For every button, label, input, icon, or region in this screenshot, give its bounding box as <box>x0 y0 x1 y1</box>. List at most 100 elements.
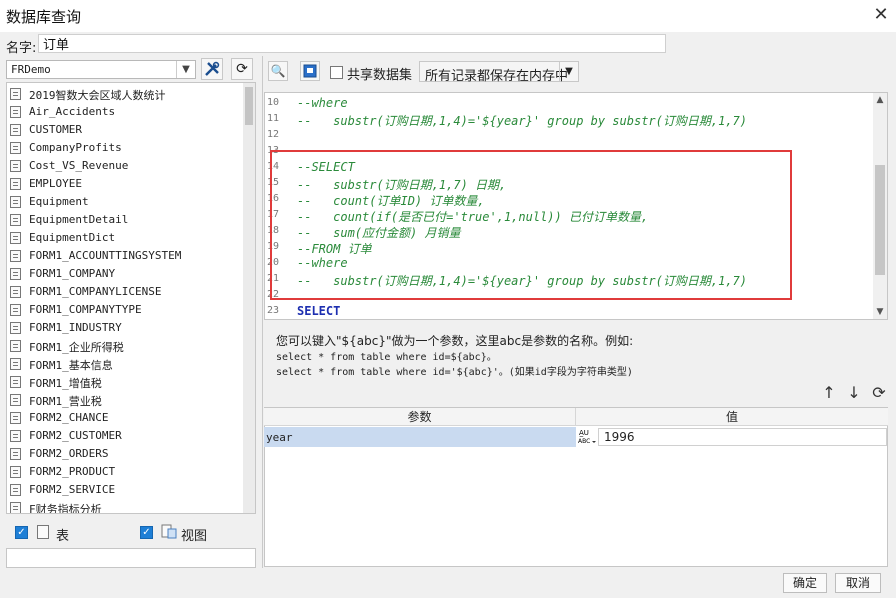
table-name: Equipment <box>29 195 89 208</box>
list-item[interactable]: EquipmentDetail <box>10 211 242 229</box>
list-item[interactable]: FORM1_COMPANYTYPE <box>10 301 242 319</box>
table-list-scrollbar[interactable] <box>243 83 255 513</box>
hint-line-1: 您可以键入"${abc}"做为一个参数，这里abc是参数的名称。例如: <box>276 334 634 348</box>
window-title: 数据库查询 <box>6 8 82 26</box>
list-item[interactable]: FORM1_营业税 <box>10 391 242 409</box>
list-item[interactable]: 2019智数大会区域人数统计 <box>10 85 242 103</box>
svg-text:ABC: ABC <box>578 438 590 445</box>
list-item[interactable]: EquipmentDict <box>10 229 242 247</box>
list-item[interactable]: FORM2_CHANCE <box>10 409 242 427</box>
editor-scrollbar[interactable]: ▲ ▼ <box>873 93 887 319</box>
table-name: FORM1_ACCOUNTTINGSYSTEM <box>29 249 182 262</box>
chevron-down-icon: ▼ <box>559 62 578 81</box>
preview-icon[interactable]: 🔍 <box>268 61 288 81</box>
table-icon <box>37 525 49 539</box>
show-views-checkbox[interactable]: ✓ <box>140 526 153 539</box>
list-item[interactable]: FORM2_SERVICE <box>10 481 242 499</box>
table-name: FORM1_增值税 <box>29 377 102 390</box>
import-icon[interactable] <box>300 61 320 81</box>
show-views-label: 视图 <box>181 529 208 544</box>
table-name: CompanyProfits <box>29 141 122 154</box>
cancel-button[interactable]: 取消 <box>835 573 881 593</box>
list-item[interactable]: F财务指标分析 <box>10 499 242 513</box>
view-icon <box>161 524 177 539</box>
code-line: -- substr(订购日期,1,4)='${year}' group by s… <box>297 114 748 128</box>
table-icon <box>10 286 21 298</box>
table-name: FORM1_COMPANYLICENSE <box>29 285 162 298</box>
refresh-params-icon[interactable]: ⟳ <box>870 384 888 402</box>
show-tables-label: 表 <box>56 529 70 544</box>
table-name: FORM1_营业税 <box>29 395 102 408</box>
list-item[interactable]: FORM1_COMPANY <box>10 265 242 283</box>
scroll-down-icon[interactable]: ▼ <box>873 305 887 319</box>
refresh-icon[interactable]: ⟳ <box>231 58 253 80</box>
table-name: Air_Accidents <box>29 105 116 118</box>
table-icon <box>10 376 21 388</box>
hint-line-2: select * from table where id=${abc}。 <box>276 352 497 363</box>
table-name: FORM2_CHANCE <box>29 411 109 424</box>
table-icon <box>10 232 21 244</box>
share-dataset-checkbox[interactable] <box>330 66 343 79</box>
table-name: CUSTOMER <box>29 123 82 136</box>
list-item[interactable]: EMPLOYEE <box>10 175 242 193</box>
table-name: FORM2_SERVICE <box>29 483 116 496</box>
list-item[interactable]: Equipment <box>10 193 242 211</box>
show-tables-checkbox[interactable]: ✓ <box>15 526 28 539</box>
table-icon <box>10 106 21 118</box>
table-name: EquipmentDetail <box>29 213 129 226</box>
list-item[interactable]: CompanyProfits <box>10 139 242 157</box>
table-icon <box>10 214 21 226</box>
table-name: EquipmentDict <box>29 231 116 244</box>
table-icon <box>10 484 21 496</box>
table-name: FORM1_基本信息 <box>29 359 113 372</box>
table-icon <box>10 268 21 280</box>
move-down-icon[interactable]: ↓ <box>845 384 863 402</box>
table-name: FORM1_企业所得税 <box>29 341 124 354</box>
list-item[interactable]: FORM2_CUSTOMER <box>10 427 242 445</box>
param-value-input[interactable]: 1996 <box>598 428 887 446</box>
table-search-box[interactable] <box>6 548 256 568</box>
list-item[interactable]: FORM1_INDUSTRY <box>10 319 242 337</box>
datasource-value: FRDemo <box>11 63 51 76</box>
chevron-down-icon: ▼ <box>176 61 195 78</box>
highlight-box <box>270 150 792 300</box>
param-name: year <box>266 431 293 444</box>
tools-icon[interactable] <box>201 58 223 80</box>
save-mode-select[interactable]: 所有记录都保存在内存中 ▼ <box>419 61 579 84</box>
table-row[interactable] <box>264 427 576 447</box>
panel-divider[interactable] <box>262 56 263 568</box>
list-item[interactable]: FORM2_ORDERS <box>10 445 242 463</box>
table-list[interactable]: 2019智数大会区域人数统计 Air_Accidents CUSTOMER Compa… <box>6 82 256 514</box>
table-icon <box>10 160 21 172</box>
table-name: FORM1_COMPANYTYPE <box>29 303 142 316</box>
line-number: 23 <box>267 305 280 316</box>
table-name: 2019智数大会区域人数统计 <box>29 89 166 102</box>
list-item[interactable]: FORM1_基本信息 <box>10 355 242 373</box>
move-up-icon[interactable]: ↑ <box>820 384 838 402</box>
table-icon <box>10 394 21 406</box>
datasource-select[interactable]: FRDemo ▼ <box>6 60 196 79</box>
list-item[interactable]: FORM1_企业所得税 <box>10 337 242 355</box>
list-item[interactable]: CUSTOMER <box>10 121 242 139</box>
list-item[interactable]: Cost_VS_Revenue <box>10 157 242 175</box>
value-column-header: 值 <box>576 408 888 426</box>
table-icon <box>10 322 21 334</box>
name-input[interactable] <box>38 34 666 53</box>
table-name: FORM1_INDUSTRY <box>29 321 122 334</box>
list-item[interactable]: FORM1_增值税 <box>10 373 242 391</box>
close-icon[interactable]: ✕ <box>870 4 892 26</box>
scroll-up-icon[interactable]: ▲ <box>873 93 887 107</box>
text-type-icon[interactable]: A̲U ABC <box>577 428 597 446</box>
svg-text:A̲U: A̲U <box>579 429 589 437</box>
table-name: FORM2_ORDERS <box>29 447 109 460</box>
line-number: 10 <box>267 97 280 108</box>
table-icon <box>10 358 21 370</box>
list-item[interactable]: FORM1_COMPANYLICENSE <box>10 283 242 301</box>
list-item[interactable]: FORM2_PRODUCT <box>10 463 242 481</box>
code-line: --where <box>297 96 348 110</box>
list-item[interactable]: Air_Accidents <box>10 103 242 121</box>
hint-line-3: select * from table where id='${abc}'。(如… <box>276 367 633 378</box>
line-number: 11 <box>267 113 280 124</box>
list-item[interactable]: FORM1_ACCOUNTTINGSYSTEM <box>10 247 242 265</box>
ok-button[interactable]: 确定 <box>783 573 827 593</box>
